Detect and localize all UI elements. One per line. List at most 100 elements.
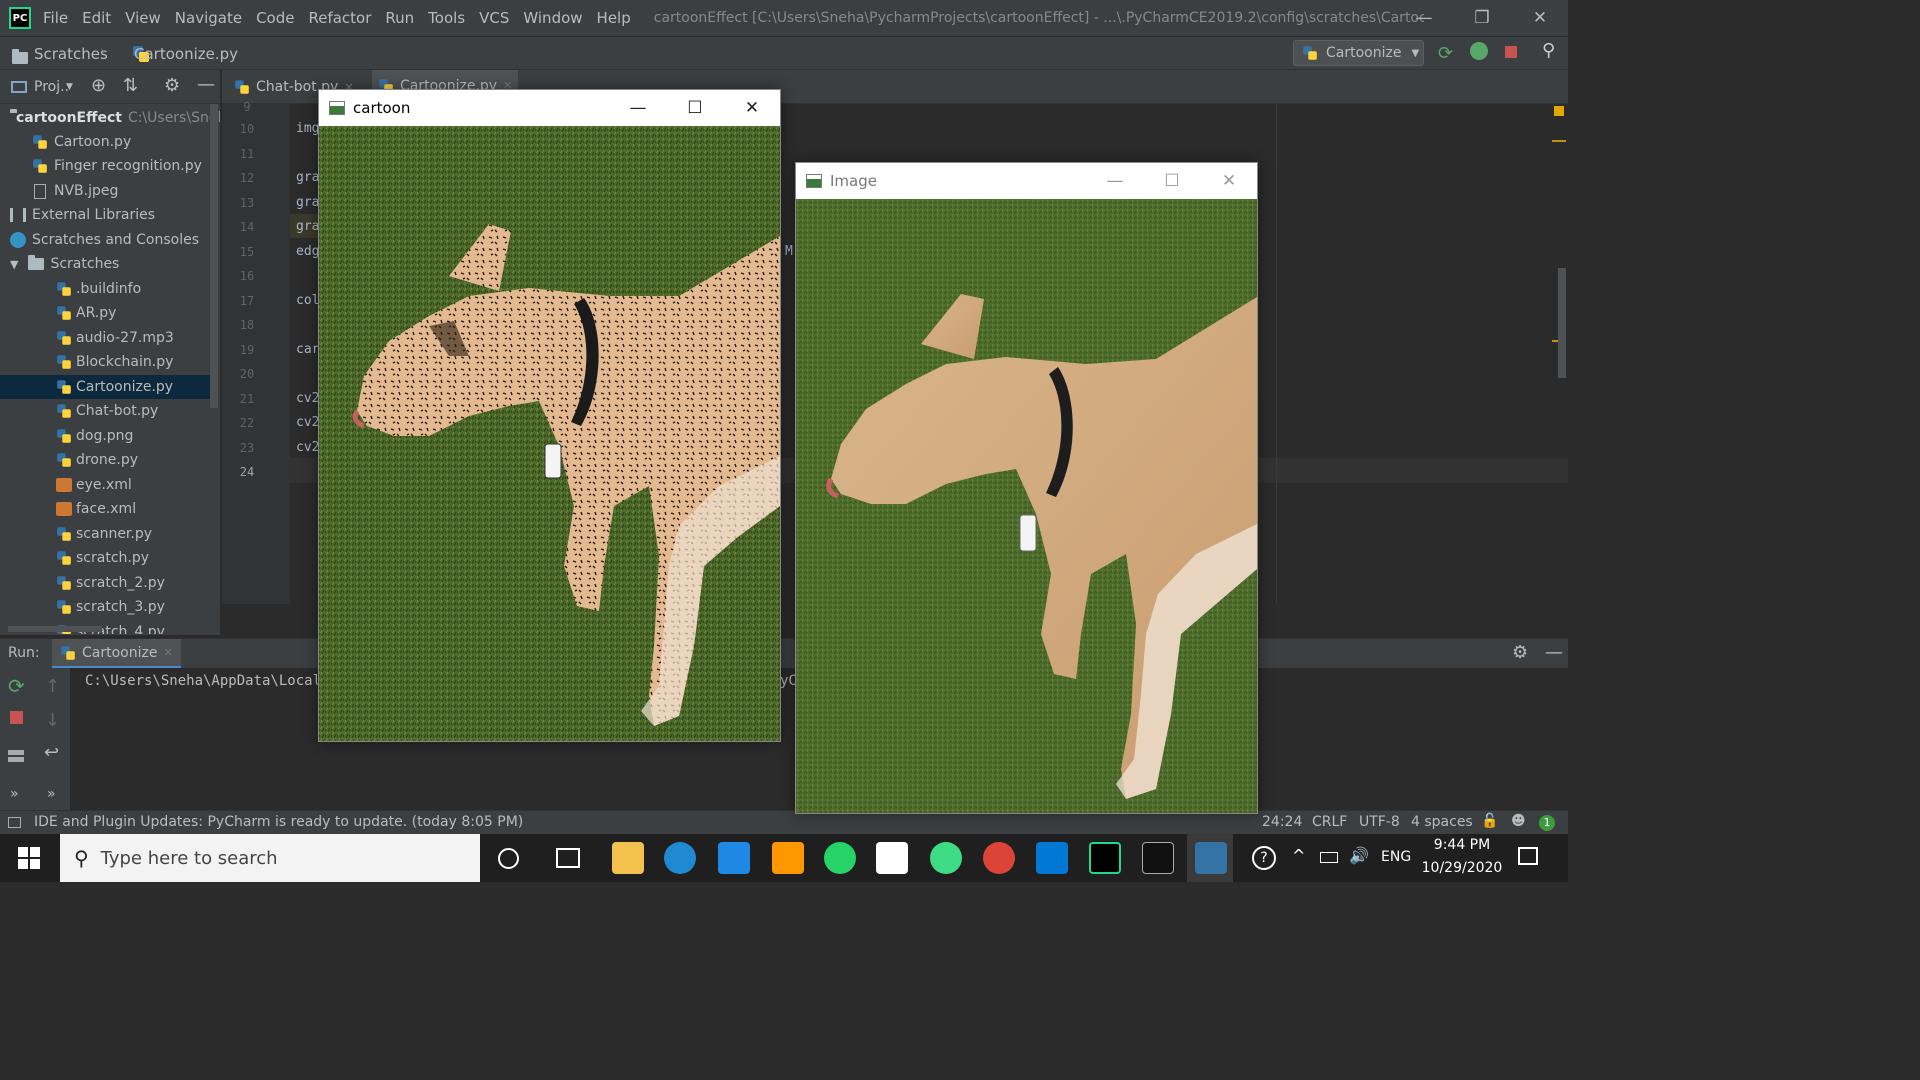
menu-navigate[interactable]: Navigate (175, 9, 242, 27)
close-icon[interactable]: ✕ (723, 90, 781, 126)
cartoon-window[interactable]: cartoon — ☐ ✕ (318, 89, 781, 742)
soft-wrap-icon[interactable]: ↩ (44, 742, 59, 763)
menu-file[interactable]: File (43, 9, 68, 27)
hide-panel-icon[interactable]: — (1545, 642, 1563, 663)
event-log-badge[interactable]: 1 (1539, 815, 1555, 831)
clock-time[interactable]: 9:44 PM (1424, 837, 1500, 853)
gear-icon[interactable]: ⚙ (164, 75, 180, 96)
tree-item-drone-py[interactable]: drone.py (0, 448, 220, 472)
menu-edit[interactable]: Edit (82, 9, 111, 27)
python-icon[interactable] (1195, 842, 1227, 874)
tree-item-dog-png[interactable]: dog.png (0, 424, 220, 448)
more-tools-icon[interactable]: » (10, 786, 19, 802)
pycharm-icon[interactable] (1089, 842, 1121, 874)
minimize-icon[interactable]: — (609, 90, 667, 126)
vscode-icon[interactable] (1036, 842, 1068, 874)
stop-icon[interactable] (1505, 46, 1517, 58)
image-window[interactable]: Image — ☐ ✕ (795, 162, 1258, 814)
sublime-icon[interactable] (772, 842, 804, 874)
minimize-icon[interactable]: — (1395, 0, 1453, 36)
task-view-icon[interactable] (556, 848, 580, 868)
project-horizontal-scrollbar[interactable] (8, 626, 102, 632)
tree-item-eye-xml[interactable]: eye.xml (0, 473, 220, 497)
menu-vcs[interactable]: VCS (479, 9, 509, 27)
menu-run[interactable]: Run (385, 9, 414, 27)
minimize-icon[interactable]: — (1086, 163, 1144, 199)
tree-item-cartoon-py[interactable]: Cartoon.py (0, 130, 220, 154)
editor-scrollbar[interactable] (1558, 268, 1566, 378)
indent-setting[interactable]: 4 spaces (1411, 814, 1473, 830)
stop-icon[interactable] (10, 711, 23, 724)
menu-help[interactable]: Help (597, 9, 631, 27)
menu-view[interactable]: View (125, 9, 161, 27)
close-icon[interactable]: ✕ (1511, 0, 1569, 36)
whatsapp-icon[interactable] (824, 842, 856, 874)
chevron-up-icon[interactable]: ^ (1292, 846, 1305, 865)
tree-item-face-xml[interactable]: face.xml (0, 497, 220, 521)
tree-item-scratch-2-py[interactable]: scratch_2.py (0, 571, 220, 595)
caret-position[interactable]: 24:24 (1262, 814, 1302, 830)
tree-item-external-libraries[interactable]: External Libraries (0, 203, 220, 227)
layout-icon[interactable] (8, 750, 24, 762)
tree-item-scanner-py[interactable]: scanner.py (0, 522, 220, 546)
inspector-icon[interactable]: ☻ (1511, 813, 1526, 829)
file-encoding[interactable]: UTF-8 (1359, 814, 1400, 830)
tree-item-blockchain-py[interactable]: Blockchain.py (0, 350, 220, 374)
tree-item-buildinfo[interactable]: .buildinfo (0, 277, 220, 301)
project-scrollbar[interactable] (210, 104, 218, 408)
menu-tools[interactable]: Tools (428, 9, 465, 27)
project-view-select[interactable]: Proj.. (34, 79, 69, 95)
tree-item-cartoonize-py[interactable]: Cartoonize.py (0, 375, 210, 399)
intellij-icon[interactable] (718, 842, 750, 874)
edge-icon[interactable] (664, 842, 696, 874)
line-separator[interactable]: CRLF (1312, 814, 1347, 830)
tree-item-scratch-3-py[interactable]: scratch_3.py (0, 595, 220, 619)
more-tools-icon[interactable]: » (47, 786, 56, 802)
help-icon[interactable]: ? (1252, 846, 1276, 870)
terminal-icon[interactable] (1142, 842, 1174, 874)
run-tab-cartoonize[interactable]: Cartoonize ✕ (52, 639, 181, 669)
clock-date[interactable]: 10/29/2020 (1420, 860, 1504, 876)
error-stripe-mark[interactable] (1552, 140, 1566, 142)
maximize-icon[interactable]: ☐ (666, 90, 724, 126)
rerun-icon[interactable]: ⟳ (8, 674, 25, 698)
rerun-icon[interactable]: ⟳ (1438, 43, 1453, 64)
menu-code[interactable]: Code (256, 9, 294, 27)
tool-window-toggle-icon[interactable] (8, 817, 21, 828)
store-icon[interactable] (876, 842, 908, 874)
collapse-all-icon[interactable]: ⇅ (123, 75, 138, 96)
tree-item-ar-py[interactable]: AR.py (0, 301, 220, 325)
battery-icon[interactable] (1320, 852, 1338, 863)
android-studio-icon[interactable] (930, 842, 962, 874)
tree-item-chat-bot-py[interactable]: Chat-bot.py (0, 399, 220, 423)
gear-icon[interactable]: ⚙ (1512, 642, 1528, 663)
breadcrumb-scratches[interactable]: Scratches (34, 45, 108, 63)
windows-start-icon[interactable] (18, 847, 40, 869)
menu-refactor[interactable]: Refactor (308, 9, 371, 27)
restore-icon[interactable]: ❐ (1453, 0, 1511, 36)
tree-item-scratch-py[interactable]: scratch.py (0, 546, 220, 570)
lock-icon[interactable]: 🔓 (1481, 813, 1498, 829)
language-indicator[interactable]: ENG (1381, 849, 1411, 865)
scroll-down-icon[interactable]: ↓ (45, 710, 60, 731)
breadcrumb-cartoonize[interactable]: Cartoonize.py (134, 45, 238, 63)
hide-panel-icon[interactable]: — (197, 74, 215, 95)
taskbar-search[interactable]: ⚲ Type here to search (60, 834, 480, 882)
tree-item-finger-recognition[interactable]: Finger recognition.py (0, 154, 220, 178)
tree-item-scratches[interactable]: ▼ Scratches (0, 252, 220, 276)
file-explorer-icon[interactable] (612, 842, 644, 874)
tree-item-cartooneffect[interactable]: cartoonEffect C:\Users\Snel (0, 106, 220, 130)
notification-icon[interactable] (1518, 847, 1538, 865)
menu-window[interactable]: Window (523, 9, 582, 27)
cortana-icon[interactable] (498, 848, 519, 869)
debug-icon[interactable] (1470, 42, 1488, 60)
run-configuration-select[interactable]: Cartoonize ▼ (1293, 40, 1424, 66)
inspection-warning-icon[interactable] (1554, 106, 1564, 116)
chrome-icon[interactable] (983, 842, 1015, 874)
close-tab-icon[interactable]: ✕ (163, 646, 172, 659)
locate-icon[interactable]: ⊕ (91, 75, 106, 96)
volume-icon[interactable]: 🔊 (1349, 846, 1369, 865)
maximize-icon[interactable]: ☐ (1143, 163, 1201, 199)
status-message[interactable]: IDE and Plugin Updates: PyCharm is ready… (34, 814, 523, 830)
scroll-up-icon[interactable]: ↑ (45, 676, 60, 697)
